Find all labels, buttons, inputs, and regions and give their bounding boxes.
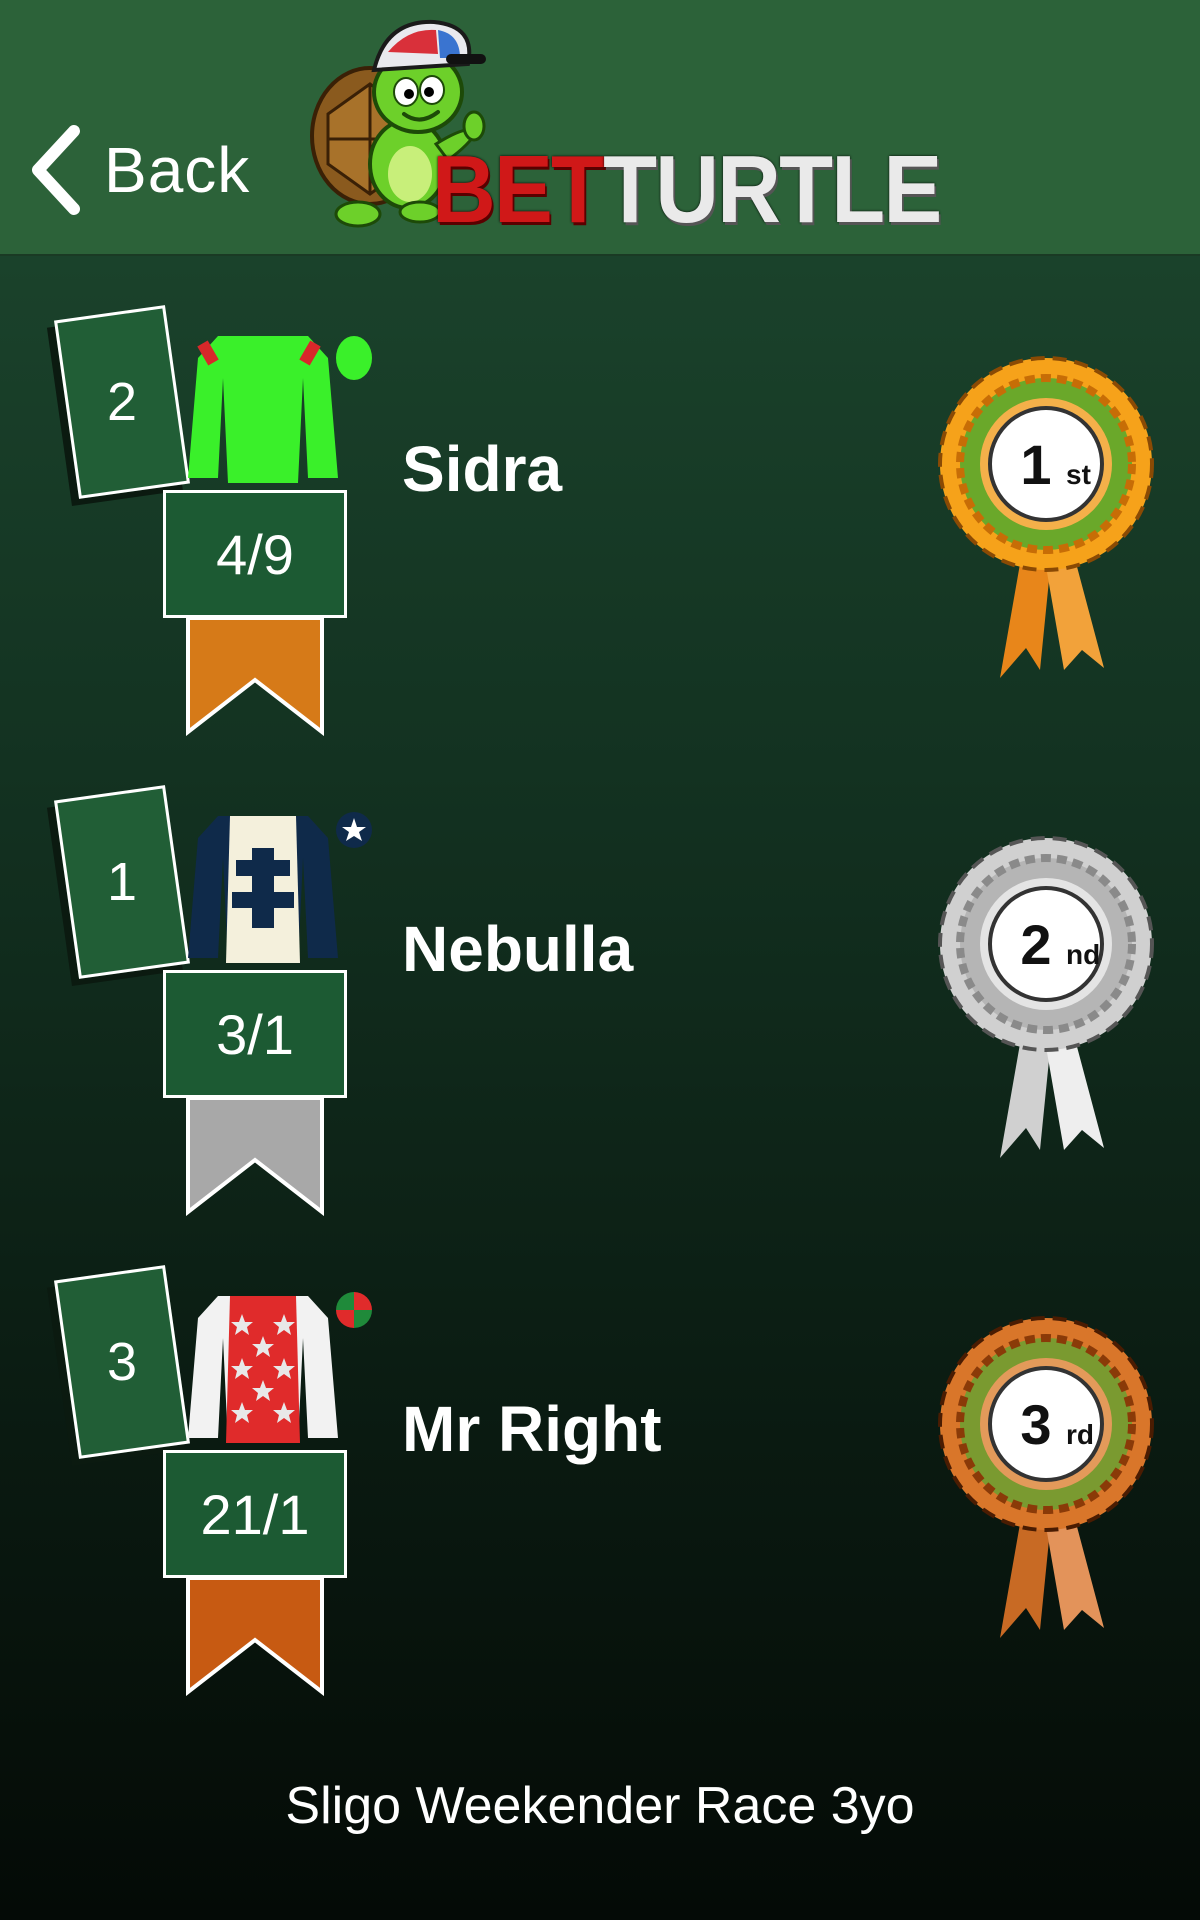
rosette-position: 2 <box>1020 913 1051 976</box>
jockey-silks-icon <box>188 336 372 483</box>
rosette-position: 3 <box>1020 1393 1051 1456</box>
saddlecloth-label: 3 <box>106 1332 138 1393</box>
betturtle-logo: BETTURTLE <box>308 14 942 244</box>
logo-turtle-text: TURTLE <box>603 136 942 243</box>
back-label: Back <box>104 134 251 206</box>
result-row[interactable]: 1 3/1 Nebulla 2 nd <box>0 785 1200 1222</box>
rosette-suffix: rd <box>1066 1419 1094 1450</box>
app-header: Back BETTURTLE <box>0 0 1200 256</box>
result-row[interactable]: 3 21/1 Mr Right 3 rd <box>0 1265 1200 1702</box>
second-place-rosette-icon: 2 nd <box>938 836 1154 1158</box>
third-place-rosette-icon: 3 rd <box>938 1316 1154 1638</box>
odds-label: 3/1 <box>216 1002 294 1066</box>
odds-box: 3/1 <box>163 970 347 1098</box>
rosette-position: 1 <box>1020 433 1051 496</box>
odds-box: 4/9 <box>163 490 347 618</box>
first-place-rosette-icon: 1 st <box>938 356 1154 678</box>
jockey-silks-icon <box>188 812 372 963</box>
horse-name: Nebulla <box>402 913 634 985</box>
saddlecloth-label: 2 <box>106 372 138 433</box>
horse-name: Sidra <box>402 433 563 505</box>
back-button[interactable]: Back <box>28 120 250 220</box>
result-row[interactable]: 2 4/9 Sidra 1 st <box>0 305 1200 742</box>
jockey-silks-icon <box>188 1292 372 1443</box>
saddlecloth-label: 1 <box>106 852 138 913</box>
rosette-suffix: nd <box>1066 939 1100 970</box>
odds-label: 21/1 <box>200 1482 310 1546</box>
ribbon-tail-icon <box>186 1098 324 1216</box>
rosette-suffix: st <box>1066 459 1091 490</box>
odds-label: 4/9 <box>216 522 294 586</box>
chevron-left-icon <box>32 125 80 215</box>
horse-name: Mr Right <box>402 1393 662 1465</box>
ribbon-tail-icon <box>186 1578 324 1696</box>
race-title: Sligo Weekender Race 3yo <box>285 1777 915 1835</box>
logo-bet-text: BET <box>432 136 605 243</box>
ribbon-tail-icon <box>186 618 324 736</box>
odds-box: 21/1 <box>163 1450 347 1578</box>
